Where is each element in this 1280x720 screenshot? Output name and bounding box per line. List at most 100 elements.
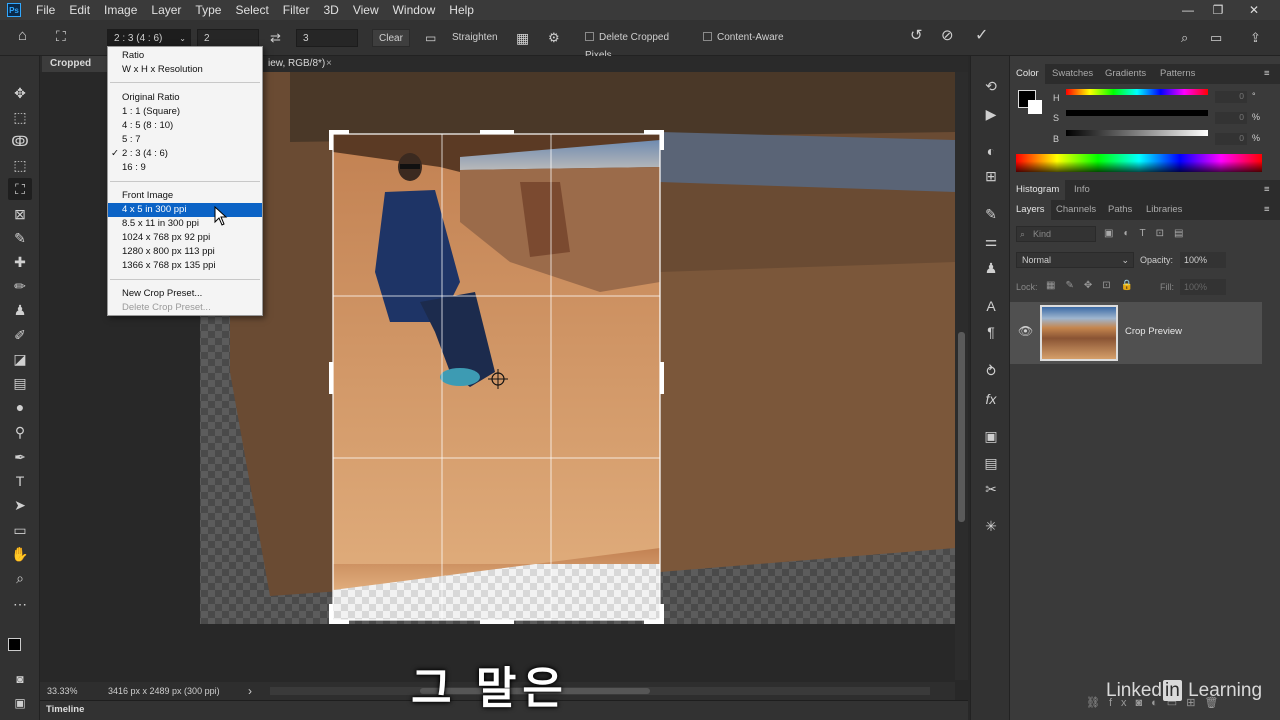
layer-row[interactable]: 👁 Crop Preview <box>1010 302 1262 364</box>
dropdown-item-1024x768[interactable]: 1024 x 768 px 92 ppi <box>108 231 262 245</box>
swap-dimensions-icon[interactable]: ⇄ <box>270 29 286 47</box>
libraries-icon[interactable]: ▣ <box>980 426 1002 446</box>
frame-tool-icon[interactable]: ⊠ <box>8 203 32 225</box>
ratio-select[interactable]: 2 : 3 (4 : 6) ⌄ <box>107 29 191 47</box>
height-input[interactable]: 3 <box>296 29 358 47</box>
lock-icons[interactable]: ▦✎✥⊡🔒 <box>1046 280 1143 291</box>
blend-mode-select[interactable]: Normal ⌄ <box>1016 252 1134 268</box>
menu-view[interactable]: View <box>346 0 386 20</box>
width-input[interactable]: 2 <box>197 29 259 47</box>
tab-libraries[interactable]: Libraries <box>1140 200 1188 220</box>
menu-window[interactable]: Window <box>386 0 443 20</box>
color-spectrum-bar[interactable] <box>1016 154 1262 172</box>
dropdown-item-front-image[interactable]: Front Image <box>108 189 262 203</box>
panel-menu-icon[interactable]: ≡ <box>1258 180 1276 200</box>
tab-histogram[interactable]: Histogram <box>1010 180 1066 200</box>
workspace-icon[interactable]: ▭ <box>1210 29 1228 47</box>
rectangle-tool-icon[interactable]: ▭ <box>8 519 32 541</box>
search-icon[interactable]: ⌕ <box>1181 29 1199 47</box>
dropdown-item-ratio[interactable]: Ratio <box>108 49 262 63</box>
pen-tool-icon[interactable]: ✒ <box>8 446 32 468</box>
healing-brush-icon[interactable]: ✚ <box>8 251 32 273</box>
background-swatch[interactable] <box>1028 100 1042 114</box>
tab-info[interactable]: Info <box>1068 180 1096 200</box>
tab-color[interactable]: Color <box>1010 64 1045 84</box>
settings-gear-icon[interactable]: ⚙ <box>548 29 566 47</box>
dropdown-item-1366x768[interactable]: 1366 x 768 px 135 ppi <box>108 259 262 273</box>
character-icon[interactable]: A <box>980 296 1002 316</box>
menu-help[interactable]: Help <box>442 0 481 20</box>
panel-menu-icon[interactable]: ≡ <box>1258 200 1276 220</box>
delete-cropped-pixels-checkbox[interactable]: Delete Cropped Pixels <box>585 29 697 61</box>
3d-icon[interactable]: ✳ <box>980 516 1002 536</box>
type-tool-icon[interactable]: T <box>8 470 32 492</box>
foreground-color-swatch[interactable] <box>8 638 21 651</box>
reset-icon[interactable]: ↺ <box>910 27 930 45</box>
zoom-level[interactable]: 33.33% <box>47 682 78 700</box>
commit-check-icon[interactable]: ✓ <box>975 27 995 45</box>
properties-icon[interactable]: ⊞ <box>980 166 1002 186</box>
menu-select[interactable]: Select <box>228 0 275 20</box>
tab-gradients[interactable]: Gradients <box>1099 64 1152 84</box>
paragraph-icon[interactable]: ¶ <box>980 322 1002 342</box>
dropdown-item-4-5[interactable]: 4 : 5 (8 : 10) <box>108 119 262 133</box>
eyedropper-tool-icon[interactable]: ✎ <box>8 227 32 249</box>
dropdown-item-1280x800[interactable]: 1280 x 800 px 113 ppi <box>108 245 262 259</box>
close-window-button[interactable]: ✕ <box>1240 0 1268 20</box>
dropdown-item-original-ratio[interactable]: Original Ratio <box>108 91 262 105</box>
crop-tool-icon[interactable]: ⛶ <box>8 178 32 200</box>
history-brush-icon[interactable]: ✐ <box>8 324 32 346</box>
layer-name[interactable]: Crop Preview <box>1125 326 1182 337</box>
share-icon[interactable]: ⇪ <box>1250 29 1268 47</box>
clone-source-icon[interactable]: ♟ <box>980 258 1002 278</box>
lasso-tool-icon[interactable]: ↂ <box>8 130 32 152</box>
tool-presets-icon[interactable]: ✂ <box>980 479 1002 499</box>
cancel-icon[interactable]: ⊘ <box>941 27 961 45</box>
blur-tool-icon[interactable]: ● <box>8 396 32 418</box>
glyphs-icon[interactable]: ⥁ <box>980 361 1002 381</box>
move-tool-icon[interactable]: ✥ <box>8 82 32 104</box>
eraser-tool-icon[interactable]: ◪ <box>8 348 32 370</box>
menu-file[interactable]: File <box>29 0 62 20</box>
clear-button[interactable]: Clear <box>372 29 410 47</box>
content-aware-checkbox[interactable]: Content-Aware <box>703 29 793 47</box>
brush-tool-icon[interactable]: ✏ <box>8 275 32 297</box>
path-select-tool-icon[interactable]: ➤ <box>8 494 32 516</box>
adjustments-icon[interactable]: ◐ <box>980 141 1002 161</box>
overlay-grid-icon[interactable]: ▦ <box>516 29 534 47</box>
brush-settings-icon[interactable]: ✎ <box>980 204 1002 224</box>
scroll-thumb[interactable] <box>958 332 965 522</box>
history-icon[interactable]: ⟲ <box>980 76 1002 96</box>
hand-tool-icon[interactable]: ✋ <box>8 543 32 565</box>
straighten-button[interactable]: Straighten <box>452 29 502 47</box>
menu-layer[interactable]: Layer <box>144 0 188 20</box>
menu-type[interactable]: Type <box>188 0 228 20</box>
layer-filter-kind[interactable]: ⌕ Kind <box>1016 226 1096 242</box>
dropdown-item-1-1[interactable]: 1 : 1 (Square) <box>108 105 262 119</box>
panel-menu-icon[interactable]: ≡ <box>1258 64 1276 84</box>
tab-cropped-document[interactable]: Cropped Me <box>42 56 112 85</box>
hue-value[interactable]: 0 <box>1215 91 1247 103</box>
stamp-tool-icon[interactable]: ♟ <box>8 299 32 321</box>
screen-mode-icon[interactable]: ▣ <box>8 692 32 714</box>
styles-fx-icon[interactable]: fx <box>980 389 1002 409</box>
marquee-tool-icon[interactable]: ⬚ <box>8 106 32 128</box>
dropdown-item-new-crop-preset[interactable]: New Crop Preset... <box>108 287 262 301</box>
crop-tool-preset-icon[interactable]: ⛶ <box>56 27 76 45</box>
dropdown-item-5-7[interactable]: 5 : 7 <box>108 133 262 147</box>
restore-button[interactable]: ❐ <box>1204 0 1232 20</box>
horizontal-scrollbar[interactable] <box>270 687 930 695</box>
dropdown-item-16-9[interactable]: 16 : 9 <box>108 161 262 175</box>
menu-image[interactable]: Image <box>97 0 144 20</box>
more-tools-icon[interactable]: ⋯ <box>8 593 32 615</box>
close-tab-icon[interactable]: × <box>326 56 342 72</box>
menu-edit[interactable]: Edit <box>62 0 97 20</box>
layer-filter-icons[interactable]: ▣◐T⊡▤ <box>1104 228 1193 239</box>
minimize-button[interactable]: — <box>1174 0 1202 20</box>
dodge-tool-icon[interactable]: ⚲ <box>8 421 32 443</box>
visibility-eye-icon[interactable]: 👁 <box>1018 324 1033 338</box>
brightness-value[interactable]: 0 <box>1215 133 1247 145</box>
tab-swatches[interactable]: Swatches <box>1046 64 1099 84</box>
dropdown-item-8.5x11-300ppi[interactable]: 8.5 x 11 in 300 ppi <box>108 217 262 231</box>
menu-filter[interactable]: Filter <box>276 0 317 20</box>
